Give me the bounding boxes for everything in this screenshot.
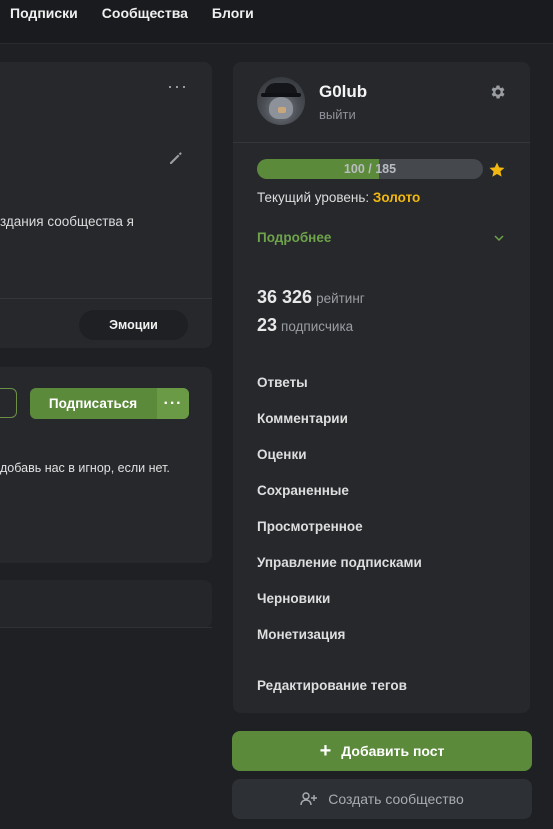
menu-item-answers[interactable]: Ответы [257,375,308,390]
avatar-beak [278,107,286,113]
star-icon [489,162,505,177]
post-more-icon[interactable]: ··· [167,76,188,97]
create-community-label: Создать сообщество [328,791,464,807]
menu-item-drafts[interactable]: Черновики [257,591,330,606]
plus-icon: + [319,740,332,762]
current-level-label: Текущий уровень: [257,190,370,205]
subscribe-button[interactable]: Подписаться [30,388,156,419]
community-card: Подписаться ··· добавь нас в игнор, если… [0,367,212,563]
menu-item-manage-subscriptions[interactable]: Управление подписками [257,555,422,570]
rating-value: 36 326 [257,287,313,307]
subscribers-label: подписчика [281,319,354,334]
post-description: здания сообщества я [0,214,134,229]
menu-item-viewed[interactable]: Просмотренное [257,519,363,534]
logout-link[interactable]: выйти [319,107,356,122]
subscribers-stat[interactable]: 23 подписчика [257,315,353,336]
subscribers-value: 23 [257,315,278,335]
create-community-button[interactable]: Создать сообщество [232,779,532,819]
menu-item-ratings[interactable]: Оценки [257,447,307,462]
subscribe-more-icon[interactable]: ··· [157,388,189,419]
menu-item-saved[interactable]: Сохраненные [257,483,349,498]
profile-sidebar: G0lub выйти 100 / 185 Текущий уровень: З… [233,62,530,713]
nav-communities[interactable]: Сообщества [102,5,188,21]
emotions-button[interactable]: Эмоции [79,310,188,340]
top-nav: Подписки Сообщества Блоги [10,5,278,21]
avatar[interactable] [257,77,305,125]
add-post-button[interactable]: + Добавить пост [232,731,532,771]
outline-button[interactable] [0,388,17,418]
divider [0,298,212,299]
level-progress-text: 100 / 185 [343,162,397,176]
details-link[interactable]: Подробнее [257,230,331,245]
add-post-label: Добавить пост [341,743,445,759]
divider [0,627,212,628]
divider [233,142,530,143]
username[interactable]: G0lub [319,82,367,102]
current-level: Текущий уровень: Золото [257,190,420,205]
rating-stat: 36 326 рейтинг [257,287,365,308]
menu-item-comments[interactable]: Комментарии [257,411,348,426]
add-user-icon [300,792,318,806]
menu-item-edit-tags[interactable]: Редактирование тегов [257,678,407,693]
chevron-down-icon[interactable] [493,232,505,244]
rating-label: рейтинг [316,291,365,306]
subscribe-button-group: Подписаться ··· [30,388,189,419]
gear-icon[interactable] [489,83,507,101]
menu-item-monetization[interactable]: Монетизация [257,627,345,642]
edit-pencil-icon[interactable] [168,150,184,166]
top-bar: Подписки Сообщества Блоги [0,0,553,44]
nav-subscriptions[interactable]: Подписки [10,5,78,21]
community-text: добавь нас в игнор, если нет. [0,461,170,475]
current-level-value: Золото [372,190,421,205]
nav-blogs[interactable]: Блоги [212,5,254,21]
post-card: ··· здания сообщества я Эмоции [0,62,212,348]
level-progress-bar: 100 / 185 [257,159,483,179]
feed-card [0,580,212,628]
